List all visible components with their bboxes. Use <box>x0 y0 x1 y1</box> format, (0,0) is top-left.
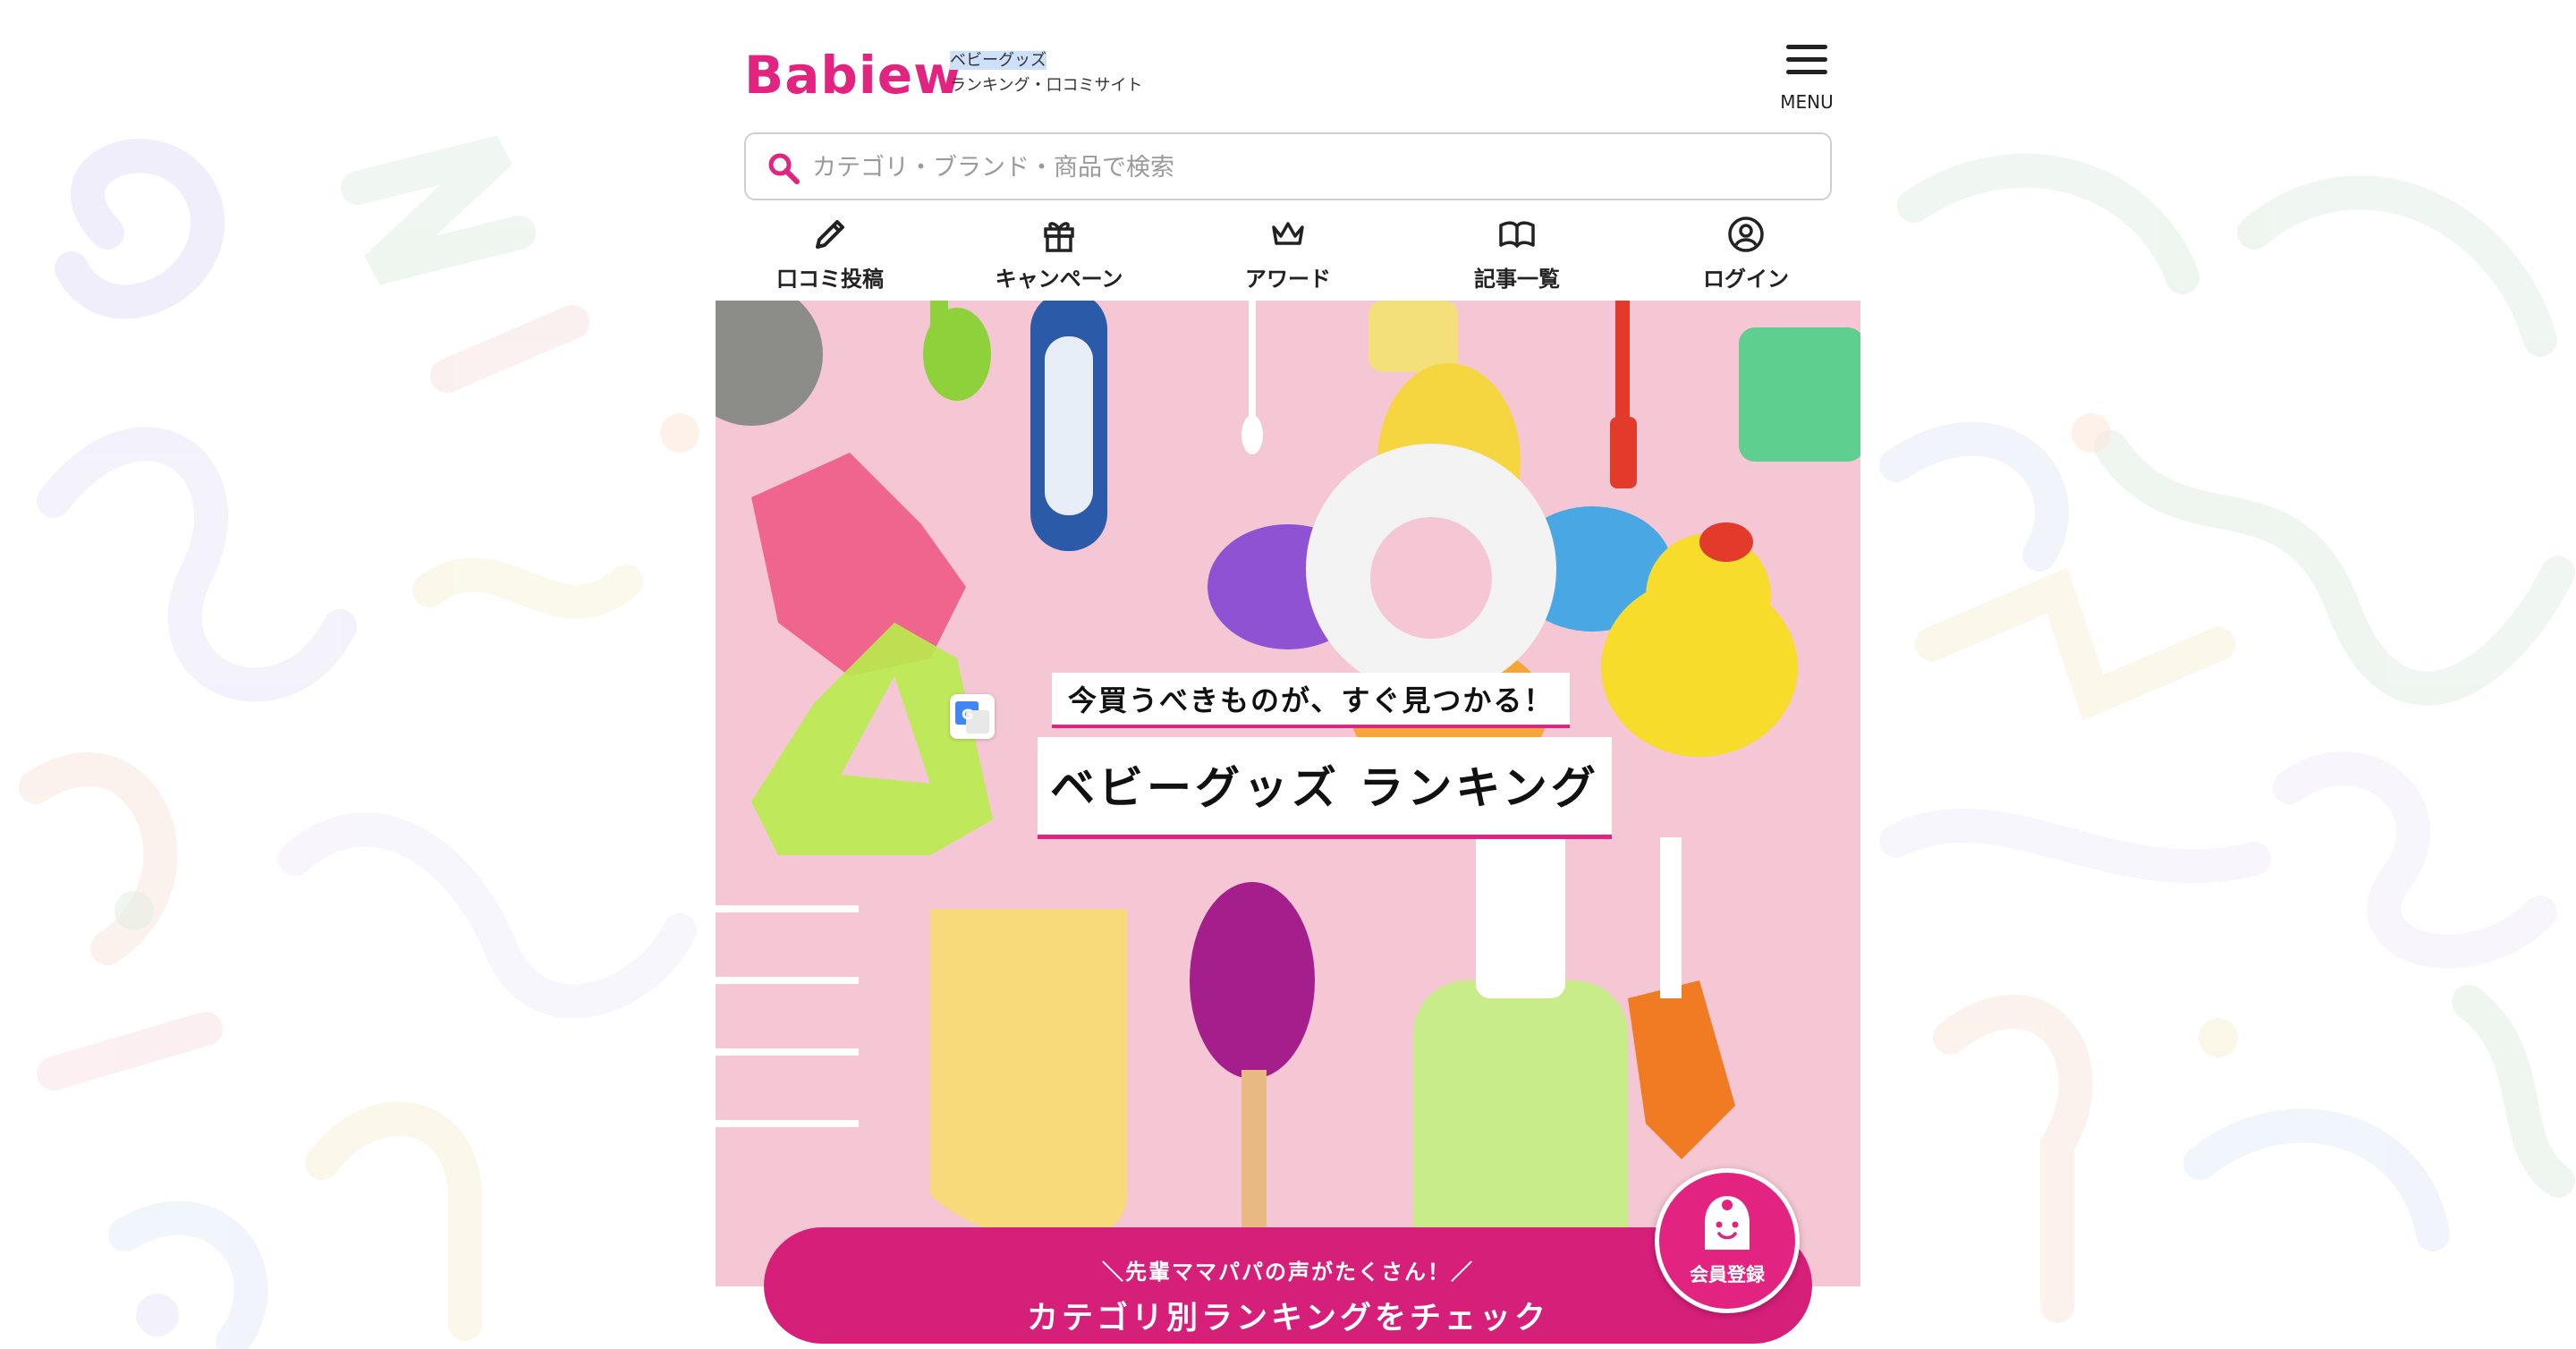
cta-small-text: ＼先輩ママパパの声がたくさん！／ <box>1102 1260 1474 1285</box>
tagline-line1: ベビーグッズ <box>950 51 1046 70</box>
hero-banner: G 今買うべきものが、すぐ見つかる！ ベビーグッズ ランキング <box>716 301 1860 1286</box>
search-input[interactable] <box>812 147 1796 188</box>
cta-main-text: カテゴリ別ランキングをチェック <box>1027 1301 1549 1336</box>
search-box[interactable] <box>744 132 1832 200</box>
nav-award[interactable]: アワード <box>1174 208 1402 301</box>
page-column: Babiew ベビーグッズ ランキング・口コミサイト MENU 口コミ投稿 <box>716 0 1860 1349</box>
menu-label: MENU <box>1780 91 1834 113</box>
member-register-label: 会員登録 <box>1690 1264 1765 1285</box>
hero-subtitle: 今買うべきものが、すぐ見つかる！ <box>1052 673 1571 728</box>
baby-face-icon <box>1705 1196 1750 1250</box>
nav-review-post[interactable]: 口コミ投稿 <box>716 208 945 301</box>
book-icon <box>1499 221 1535 248</box>
hero-title: ベビーグッズ ランキング <box>1038 737 1612 839</box>
nav-campaign[interactable]: キャンペーン <box>945 208 1174 301</box>
search-icon <box>768 153 800 184</box>
user-circle-icon <box>1728 216 1764 252</box>
nav-articles[interactable]: 記事一覧 <box>1402 208 1631 301</box>
nav-label: アワード <box>1245 267 1331 292</box>
translate-glyph: G <box>955 701 989 734</box>
site-logo[interactable]: Babiew <box>744 45 962 106</box>
tagline-line2: ランキング・口コミサイト <box>950 76 1143 95</box>
pencil-icon <box>816 220 844 249</box>
member-register-button[interactable]: 会員登録 <box>1655 1168 1800 1313</box>
nav-label: 記事一覧 <box>1474 267 1560 292</box>
nav-label: キャンペーン <box>995 267 1123 292</box>
site-tagline: ベビーグッズ ランキング・口コミサイト <box>950 48 1142 98</box>
hamburger-icon <box>1786 43 1827 75</box>
nav-label: ログイン <box>1703 267 1789 292</box>
nav-label: 口コミ投稿 <box>776 267 884 292</box>
nav-login[interactable]: ログイン <box>1631 208 1860 301</box>
crown-icon <box>1272 222 1304 245</box>
translate-icon[interactable]: G <box>950 694 995 739</box>
site-header: Babiew ベビーグッズ ランキング・口コミサイト MENU <box>716 0 1860 200</box>
svg-text:G: G <box>962 706 973 723</box>
main-nav: 口コミ投稿 キャンペーン アワード 記事一覧 ログイン <box>716 208 1860 301</box>
gift-icon <box>1044 222 1074 252</box>
menu-button[interactable]: MENU <box>1771 43 1843 122</box>
